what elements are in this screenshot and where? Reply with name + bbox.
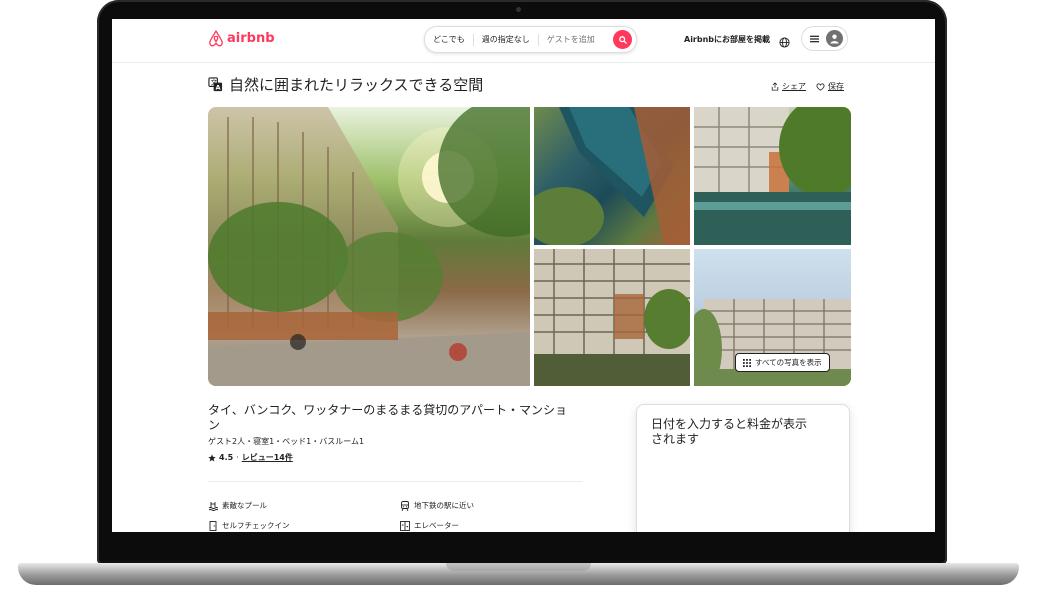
laptop-base-notch <box>446 563 591 571</box>
star-icon <box>208 453 216 461</box>
rating-separator: · <box>236 453 239 462</box>
logo-text: airbnb <box>227 31 275 46</box>
page-title: 自然に囲まれたリラックスできる空間 <box>229 76 484 94</box>
photo-main-street[interactable] <box>208 107 578 386</box>
photo-facade[interactable] <box>534 249 694 386</box>
rating-row: 4.5 · レビュー14件 <box>208 452 293 463</box>
photo-pool-illustration <box>524 107 690 247</box>
photo-main-illustration <box>208 107 578 386</box>
user-icon <box>830 34 839 44</box>
booking-prompt: 日付を入力すると料金が表示されます <box>651 417 808 446</box>
search-button[interactable] <box>613 30 632 49</box>
heart-icon <box>816 82 825 91</box>
pool-icon <box>208 501 218 511</box>
section-divider <box>208 481 583 482</box>
search-bar[interactable]: どこでも 週の指定なし ゲストを追加 <box>424 26 637 53</box>
camera-dot <box>516 7 521 12</box>
share-button[interactable]: シェア <box>771 81 806 92</box>
photo-facade-illustration <box>534 249 694 386</box>
save-label: 保存 <box>828 82 844 91</box>
train-icon <box>401 500 409 511</box>
booking-card: 日付を入力すると料金が表示されます <box>636 404 850 532</box>
airbnb-logo-icon <box>209 30 223 47</box>
site-header: airbnb どこでも 週の指定なし ゲストを追加 Airbnbにお部屋を掲載 <box>112 19 935 63</box>
show-all-photos-label: すべての写真を表示 <box>755 358 822 367</box>
grid-icon <box>743 358 751 367</box>
photo-gallery <box>208 107 851 386</box>
amenity-item: 地下鉄の駅に近い <box>400 500 474 511</box>
listing-details: ゲスト2人・寝室1・ベッド1・バスルーム1 <box>208 437 365 446</box>
share-label: シェア <box>782 82 806 91</box>
photo-courtyard-illustration <box>694 107 851 245</box>
save-button[interactable]: 保存 <box>816 81 844 92</box>
hamburger-icon <box>810 35 819 42</box>
globe-icon[interactable] <box>779 33 790 52</box>
search-dates[interactable]: 週の指定なし <box>474 34 538 45</box>
amenity-item: セルフチェックイン <box>208 520 290 531</box>
amenity-item: エレベーター <box>400 520 459 531</box>
show-all-photos-button[interactable]: すべての写真を表示 <box>735 353 830 372</box>
rating-score: 4.5 <box>219 453 234 462</box>
amenity-label: 素敵なプール <box>222 501 267 510</box>
user-menu-button[interactable] <box>801 26 848 51</box>
photo-courtyard[interactable] <box>694 107 851 245</box>
search-icon <box>618 35 627 44</box>
search-location[interactable]: どこでも <box>425 34 473 45</box>
airbnb-logo[interactable]: airbnb <box>208 30 275 47</box>
search-guests[interactable]: ゲストを追加 <box>539 34 603 45</box>
amenity-label: セルフチェックイン <box>222 521 290 530</box>
reviews-link[interactable]: レビュー14件 <box>242 452 293 463</box>
host-link[interactable]: Airbnbにお部屋を掲載 <box>684 34 770 45</box>
listing-subtitle: タイ、バンコク、ワッタナーのまるまる貸切のアパート・マンション <box>208 403 568 432</box>
amenity-label: 地下鉄の駅に近い <box>414 501 474 510</box>
door-icon <box>209 520 217 531</box>
translate-icon[interactable]: 文 A <box>208 77 223 92</box>
listing-actions: シェア 保存 <box>771 81 844 92</box>
amenity-item: 素敵なプール <box>208 500 267 511</box>
amenity-label: エレベーター <box>414 521 459 530</box>
elevator-icon <box>400 520 410 531</box>
browser-screen: airbnb どこでも 週の指定なし ゲストを追加 Airbnbにお部屋を掲載 <box>112 19 935 532</box>
share-icon <box>771 82 779 91</box>
listing-title-row: 文 A 自然に囲まれたリラックスできる空間 <box>208 74 483 95</box>
photo-pool[interactable] <box>524 107 690 247</box>
avatar <box>826 30 843 47</box>
